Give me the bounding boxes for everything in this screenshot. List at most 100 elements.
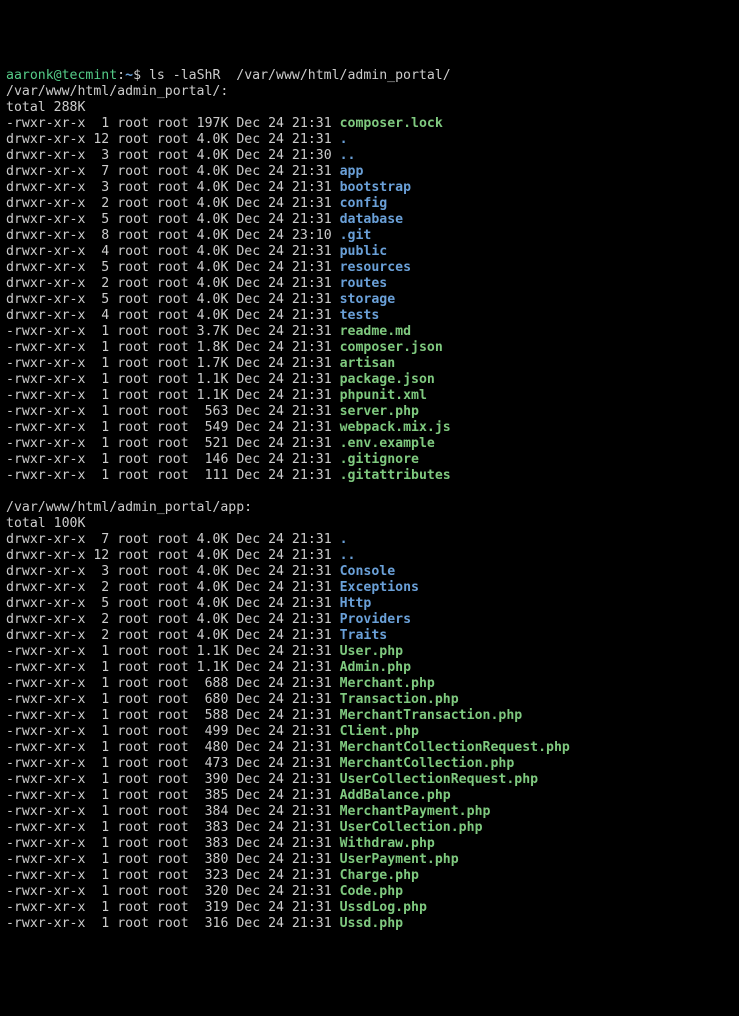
links: 2	[93, 628, 109, 643]
date: Dec 24 21:31	[236, 660, 331, 675]
file-name: Transaction.php	[340, 692, 459, 707]
size: 4.0K	[197, 580, 229, 595]
size: 4.0K	[197, 548, 229, 563]
perm: -rwxr-xr-x	[6, 740, 85, 755]
links: 3	[93, 148, 109, 163]
owner: root	[117, 116, 149, 131]
links: 4	[93, 244, 109, 259]
group: root	[157, 564, 189, 579]
links: 2	[93, 580, 109, 595]
perm: drwxr-xr-x	[6, 532, 85, 547]
file-name: Ussd.php	[340, 916, 404, 931]
group: root	[157, 420, 189, 435]
section-total: total 288K	[6, 100, 85, 115]
size: 1.1K	[197, 644, 229, 659]
owner: root	[117, 180, 149, 195]
owner: root	[117, 388, 149, 403]
date: Dec 24 21:31	[236, 468, 331, 483]
file-name: composer.lock	[340, 116, 443, 131]
group: root	[157, 820, 189, 835]
file-name: MerchantCollectionRequest.php	[340, 740, 570, 755]
group: root	[157, 324, 189, 339]
date: Dec 24 23:10	[236, 228, 331, 243]
owner: root	[117, 900, 149, 915]
group: root	[157, 916, 189, 931]
perm: -rwxr-xr-x	[6, 436, 85, 451]
file-name: .	[340, 532, 348, 547]
group: root	[157, 628, 189, 643]
perm: -rwxr-xr-x	[6, 340, 85, 355]
links: 1	[93, 740, 109, 755]
links: 1	[93, 916, 109, 931]
owner: root	[117, 468, 149, 483]
owner: root	[117, 564, 149, 579]
perm: -rwxr-xr-x	[6, 660, 85, 675]
links: 1	[93, 708, 109, 723]
date: Dec 24 21:31	[236, 388, 331, 403]
date: Dec 24 21:31	[236, 916, 331, 931]
file-name: MerchantTransaction.php	[340, 708, 523, 723]
date: Dec 24 21:31	[236, 452, 331, 467]
date: Dec 24 21:31	[236, 276, 331, 291]
links: 1	[93, 452, 109, 467]
size: 383	[197, 820, 229, 835]
owner: root	[117, 292, 149, 307]
group: root	[157, 644, 189, 659]
section-path: /var/www/html/admin_portal/app:	[6, 500, 252, 515]
size: 1.8K	[197, 340, 229, 355]
links: 1	[93, 436, 109, 451]
perm: drwxr-xr-x	[6, 180, 85, 195]
perm: drwxr-xr-x	[6, 244, 85, 259]
file-name: Withdraw.php	[340, 836, 435, 851]
perm: -rwxr-xr-x	[6, 324, 85, 339]
file-name: Client.php	[340, 724, 419, 739]
size: 1.7K	[197, 356, 229, 371]
file-name: ..	[340, 148, 356, 163]
owner: root	[117, 228, 149, 243]
date: Dec 24 21:31	[236, 724, 331, 739]
links: 1	[93, 692, 109, 707]
links: 1	[93, 324, 109, 339]
size: 4.0K	[197, 148, 229, 163]
date: Dec 24 21:31	[236, 548, 331, 563]
date: Dec 24 21:31	[236, 756, 331, 771]
perm: -rwxr-xr-x	[6, 356, 85, 371]
prompt-sep: :	[117, 68, 125, 83]
date: Dec 24 21:31	[236, 804, 331, 819]
perm: -rwxr-xr-x	[6, 404, 85, 419]
perm: -rwxr-xr-x	[6, 900, 85, 915]
perm: drwxr-xr-x	[6, 548, 85, 563]
date: Dec 24 21:31	[236, 308, 331, 323]
size: 4.0K	[197, 180, 229, 195]
size: 4.0K	[197, 164, 229, 179]
file-name: UssdLog.php	[340, 900, 427, 915]
perm: drwxr-xr-x	[6, 292, 85, 307]
file-name: ..	[340, 548, 356, 563]
file-name: artisan	[340, 356, 396, 371]
links: 8	[93, 228, 109, 243]
size: 4.0K	[197, 244, 229, 259]
date: Dec 24 21:31	[236, 260, 331, 275]
file-name: UserCollectionRequest.php	[340, 772, 539, 787]
links: 1	[93, 836, 109, 851]
date: Dec 24 21:31	[236, 644, 331, 659]
links: 1	[93, 884, 109, 899]
perm: drwxr-xr-x	[6, 148, 85, 163]
group: root	[157, 740, 189, 755]
file-name: composer.json	[340, 340, 443, 355]
links: 1	[93, 372, 109, 387]
links: 1	[93, 772, 109, 787]
links: 5	[93, 212, 109, 227]
file-name: UserPayment.php	[340, 852, 459, 867]
date: Dec 24 21:31	[236, 532, 331, 547]
owner: root	[117, 804, 149, 819]
date: Dec 24 21:30	[236, 148, 331, 163]
size: 111	[197, 468, 229, 483]
date: Dec 24 21:31	[236, 292, 331, 307]
size: 680	[197, 692, 229, 707]
links: 12	[93, 132, 109, 147]
command-text[interactable]: ls -laShR /var/www/html/admin_portal/	[149, 68, 451, 83]
size: 4.0K	[197, 196, 229, 211]
date: Dec 24 21:31	[236, 740, 331, 755]
owner: root	[117, 356, 149, 371]
